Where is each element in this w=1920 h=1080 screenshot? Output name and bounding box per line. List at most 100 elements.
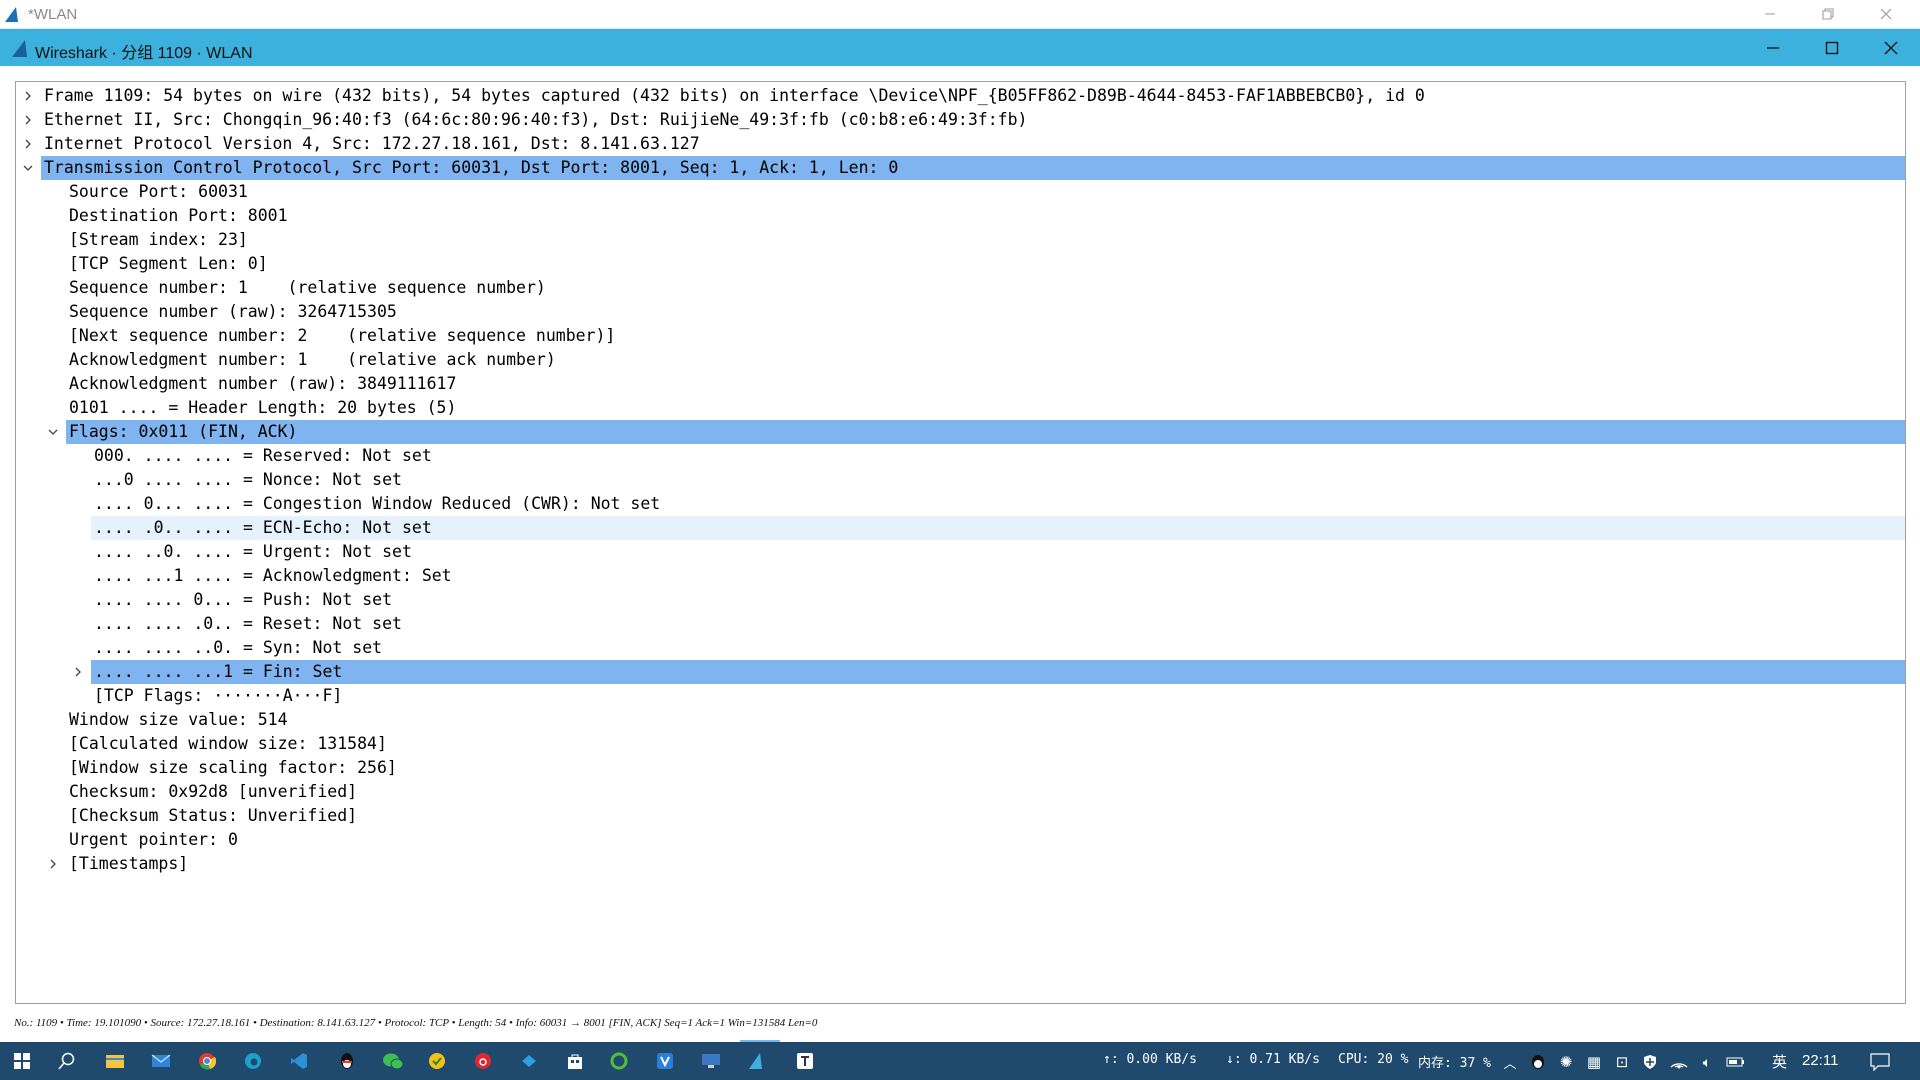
vscode-icon[interactable] bbox=[282, 1047, 316, 1075]
tree-row-label: Source Port: 60031 bbox=[69, 182, 248, 201]
tree-row[interactable]: Window size value: 514 bbox=[16, 708, 1905, 732]
tree-row[interactable]: Acknowledgment number (raw): 3849111617 bbox=[16, 372, 1905, 396]
memory-usage: 内存: 37 % bbox=[1418, 1056, 1491, 1071]
minimize-button[interactable] bbox=[1750, 0, 1790, 28]
chevron-right-icon[interactable] bbox=[70, 660, 86, 684]
tree-row[interactable]: Acknowledgment number: 1 (relative ack n… bbox=[16, 348, 1905, 372]
tree-row-label: [Timestamps] bbox=[69, 854, 189, 873]
tree-row[interactable]: [TCP Flags: ·······A···F] bbox=[16, 684, 1905, 708]
volume-icon[interactable]: 🔈︎ bbox=[1696, 1050, 1718, 1074]
wireshark-fin-icon bbox=[10, 37, 32, 59]
wireshark-icon[interactable] bbox=[740, 1047, 774, 1075]
packet-details-tree[interactable]: Frame 1109: 54 bytes on wire (432 bits),… bbox=[15, 81, 1906, 1004]
typora-icon[interactable] bbox=[788, 1047, 822, 1075]
qq-tray-icon[interactable] bbox=[1528, 1050, 1548, 1074]
chevron-up-icon[interactable]: ︿ bbox=[1500, 1050, 1520, 1074]
start-icon[interactable] bbox=[5, 1047, 39, 1075]
edge-icon[interactable] bbox=[236, 1047, 270, 1075]
tree-row-label: Window size value: 514 bbox=[69, 710, 288, 729]
tree-row-label: [Checksum Status: Unverified] bbox=[69, 806, 358, 825]
tree-row-label: Ethernet II, Src: Chongqin_96:40:f3 (64:… bbox=[44, 110, 1028, 129]
grid-tray-icon[interactable]: ▦ bbox=[1584, 1050, 1604, 1074]
chevron-right-icon[interactable] bbox=[20, 84, 36, 108]
chevron-right-icon[interactable] bbox=[45, 852, 61, 876]
wifi-icon[interactable] bbox=[1668, 1050, 1690, 1074]
netease-music-icon[interactable] bbox=[466, 1047, 500, 1075]
tree-row[interactable]: .... ..0. .... = Urgent: Not set bbox=[16, 540, 1905, 564]
app-desktop-icon[interactable] bbox=[694, 1047, 728, 1075]
tree-row[interactable]: Internet Protocol Version 4, Src: 172.27… bbox=[16, 132, 1905, 156]
tree-row[interactable]: [Checksum Status: Unverified] bbox=[16, 804, 1905, 828]
app-green-icon[interactable] bbox=[602, 1047, 636, 1075]
ime-indicator[interactable]: 英 bbox=[1772, 1051, 1787, 1072]
feishu-icon[interactable] bbox=[512, 1047, 546, 1075]
close-button[interactable] bbox=[1866, 0, 1906, 28]
tree-row-label: .... ..0. .... = Urgent: Not set bbox=[94, 542, 412, 561]
store-icon[interactable] bbox=[558, 1047, 592, 1075]
tree-row[interactable]: .... .... .0.. = Reset: Not set bbox=[16, 612, 1905, 636]
packet-summary-statusline: No.: 1109 • Time: 19.101090 • Source: 17… bbox=[14, 1017, 818, 1029]
chevron-down-icon[interactable] bbox=[20, 156, 36, 180]
search-icon[interactable] bbox=[50, 1047, 84, 1075]
tree-row[interactable]: Sequence number (raw): 3264715305 bbox=[16, 300, 1905, 324]
tree-row-label: .... ...1 .... = Acknowledgment: Set bbox=[94, 566, 452, 585]
chrome-icon[interactable] bbox=[190, 1047, 224, 1075]
system-tray: ︿ ✺ ▦ ⊡ 🔈︎ bbox=[1500, 1050, 1770, 1074]
tree-row-label: Acknowledgment number (raw): 3849111617 bbox=[69, 374, 457, 393]
app-v-icon[interactable] bbox=[648, 1047, 682, 1075]
tree-row-label: .... .... 0... = Push: Not set bbox=[94, 590, 393, 609]
screenshot-tray-icon[interactable]: ⊡ bbox=[1612, 1050, 1632, 1074]
tree-row[interactable]: .... .... ..0. = Syn: Not set bbox=[16, 636, 1905, 660]
tree-row[interactable]: [Timestamps] bbox=[16, 852, 1905, 876]
tree-row-label: [TCP Flags: ·······A···F] bbox=[94, 686, 343, 705]
restore-button[interactable] bbox=[1808, 0, 1848, 28]
network-upload-speed: ↑: 0.00 KB/s bbox=[1103, 1052, 1197, 1067]
notification-icon[interactable] bbox=[1865, 1049, 1895, 1075]
tree-row[interactable]: .... ...1 .... = Acknowledgment: Set bbox=[16, 564, 1905, 588]
sparkle-tray-icon[interactable]: ✺ bbox=[1556, 1050, 1576, 1074]
tree-row[interactable]: 0101 .... = Header Length: 20 bytes (5) bbox=[16, 396, 1905, 420]
tree-row[interactable]: .... .... 0... = Push: Not set bbox=[16, 588, 1905, 612]
chevron-right-icon[interactable] bbox=[20, 132, 36, 156]
tree-row[interactable]: [TCP Segment Len: 0] bbox=[16, 252, 1905, 276]
tree-row[interactable]: Ethernet II, Src: Chongqin_96:40:f3 (64:… bbox=[16, 108, 1905, 132]
tree-row-label: ...0 .... .... = Nonce: Not set bbox=[94, 470, 402, 489]
tree-row[interactable]: [Next sequence number: 2 (relative seque… bbox=[16, 324, 1905, 348]
packet-window-title: Wireshark · 分组 1109 · WLAN bbox=[35, 45, 253, 62]
tree-row[interactable]: .... .0.. .... = ECN-Echo: Not set bbox=[16, 516, 1905, 540]
close-button[interactable] bbox=[1862, 29, 1920, 66]
shield-icon[interactable] bbox=[1640, 1050, 1660, 1074]
app-yellow-icon[interactable] bbox=[420, 1047, 454, 1075]
tree-row[interactable]: Sequence number: 1 (relative sequence nu… bbox=[16, 276, 1905, 300]
tree-row-label: Acknowledgment number: 1 (relative ack n… bbox=[69, 350, 556, 369]
minimize-button[interactable] bbox=[1744, 29, 1802, 66]
tree-row[interactable]: [Calculated window size: 131584] bbox=[16, 732, 1905, 756]
tree-row[interactable]: Transmission Control Protocol, Src Port:… bbox=[16, 156, 1905, 180]
wechat-icon[interactable] bbox=[376, 1047, 410, 1075]
chevron-down-icon[interactable] bbox=[45, 420, 61, 444]
maximize-button[interactable] bbox=[1803, 29, 1861, 66]
tree-row-label: Sequence number (raw): 3264715305 bbox=[69, 302, 397, 321]
tree-row[interactable]: Checksum: 0x92d8 [unverified] bbox=[16, 780, 1905, 804]
tree-row-label: Destination Port: 8001 bbox=[69, 206, 288, 225]
tree-row[interactable]: [Window size scaling factor: 256] bbox=[16, 756, 1905, 780]
tree-row[interactable]: 000. .... .... = Reserved: Not set bbox=[16, 444, 1905, 468]
file-explorer-icon[interactable] bbox=[98, 1047, 132, 1075]
tree-row[interactable]: Urgent pointer: 0 bbox=[16, 828, 1905, 852]
tree-row[interactable]: Frame 1109: 54 bytes on wire (432 bits),… bbox=[16, 84, 1905, 108]
chevron-right-icon[interactable] bbox=[20, 108, 36, 132]
tree-row[interactable]: [Stream index: 23] bbox=[16, 228, 1905, 252]
tree-row[interactable]: .... .... ...1 = Fin: Set bbox=[16, 660, 1905, 684]
tree-row[interactable]: .... 0... .... = Congestion Window Reduc… bbox=[16, 492, 1905, 516]
tree-row-label: .... .0.. .... = ECN-Echo: Not set bbox=[94, 518, 432, 537]
qq-icon[interactable] bbox=[330, 1047, 364, 1075]
outer-titlebar: *WLAN bbox=[0, 0, 1920, 29]
tree-row[interactable]: ...0 .... .... = Nonce: Not set bbox=[16, 468, 1905, 492]
packet-window-titlebar: Wireshark · 分组 1109 · WLAN bbox=[0, 29, 1920, 66]
tree-row[interactable]: Destination Port: 8001 bbox=[16, 204, 1905, 228]
mail-icon[interactable] bbox=[144, 1047, 178, 1075]
battery-icon[interactable] bbox=[1724, 1050, 1748, 1074]
tree-row[interactable]: Source Port: 60031 bbox=[16, 180, 1905, 204]
tree-row[interactable]: Flags: 0x011 (FIN, ACK) bbox=[16, 420, 1905, 444]
taskbar-clock[interactable]: 22:11 bbox=[1802, 1052, 1838, 1069]
